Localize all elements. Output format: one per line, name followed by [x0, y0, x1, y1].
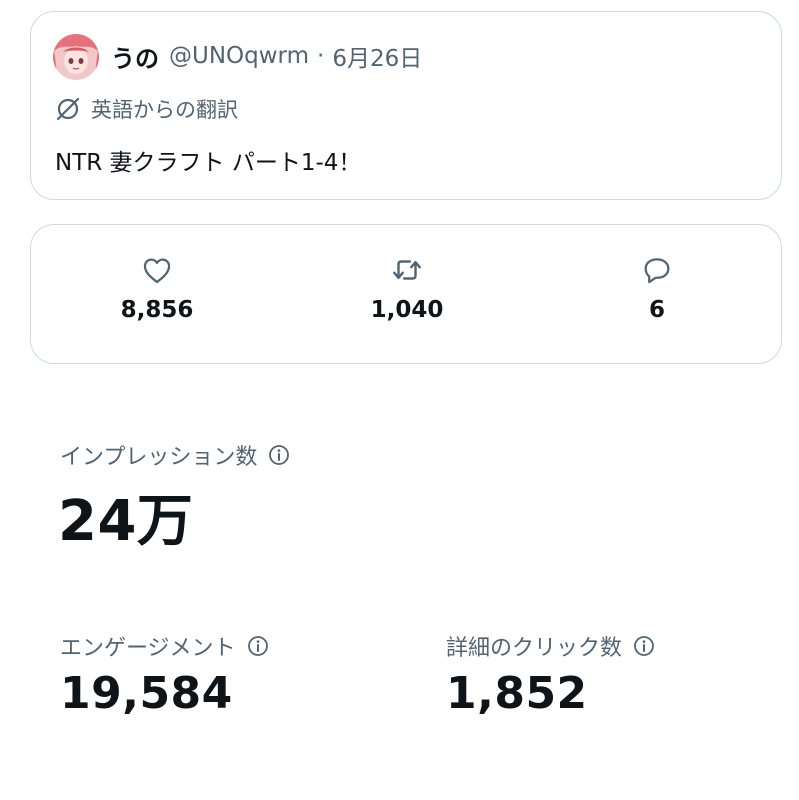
engagements-value: 19,584	[60, 668, 233, 719]
globe-slash-icon	[55, 96, 81, 122]
reply-count: 6	[648, 297, 665, 323]
detail-clicks-value: 1,852	[446, 668, 588, 719]
author-row: うの @UNOqwrm · 6月26日	[111, 39, 422, 73]
reply-stat[interactable]: 6	[587, 253, 727, 323]
retweet-count: 1,040	[370, 297, 444, 323]
impressions-label: インプレッション数	[60, 445, 258, 470]
retweet-icon[interactable]	[390, 253, 424, 287]
post-date[interactable]: 6月26日	[332, 39, 422, 73]
tweet-card[interactable]: うの @UNOqwrm · 6月26日 英語からの翻訳 NTR 妻クラフト パー…	[30, 11, 782, 200]
detail-clicks-label: 詳細のクリック数	[446, 636, 623, 661]
info-icon[interactable]	[632, 634, 656, 658]
retweet-stat[interactable]: 1,040	[337, 253, 477, 323]
author-name[interactable]: うの	[111, 39, 159, 74]
engagement-stats-card: 8,856 1,040 6	[30, 224, 782, 364]
like-count: 8,856	[120, 297, 194, 323]
translation-notice[interactable]: 英語からの翻訳	[55, 94, 238, 124]
impressions-value: 24万	[58, 489, 194, 554]
like-stat[interactable]: 8,856	[87, 253, 227, 323]
detail-clicks-label-row: 詳細のクリック数	[446, 630, 656, 662]
avatar[interactable]	[53, 34, 99, 80]
info-icon[interactable]	[246, 634, 270, 658]
translation-label: 英語からの翻訳	[91, 98, 238, 122]
info-icon[interactable]	[267, 443, 291, 467]
heart-icon[interactable]	[140, 253, 174, 287]
author-handle[interactable]: @UNOqwrm	[169, 43, 309, 69]
engagements-label-row: エンゲージメント	[60, 630, 270, 662]
impressions-label-row: インプレッション数	[60, 439, 291, 471]
reply-icon[interactable]	[640, 253, 674, 287]
tweet-text: NTR 妻クラフト パート1-4！	[55, 150, 362, 176]
engagements-label: エンゲージメント	[60, 636, 236, 661]
separator: ·	[317, 43, 325, 69]
